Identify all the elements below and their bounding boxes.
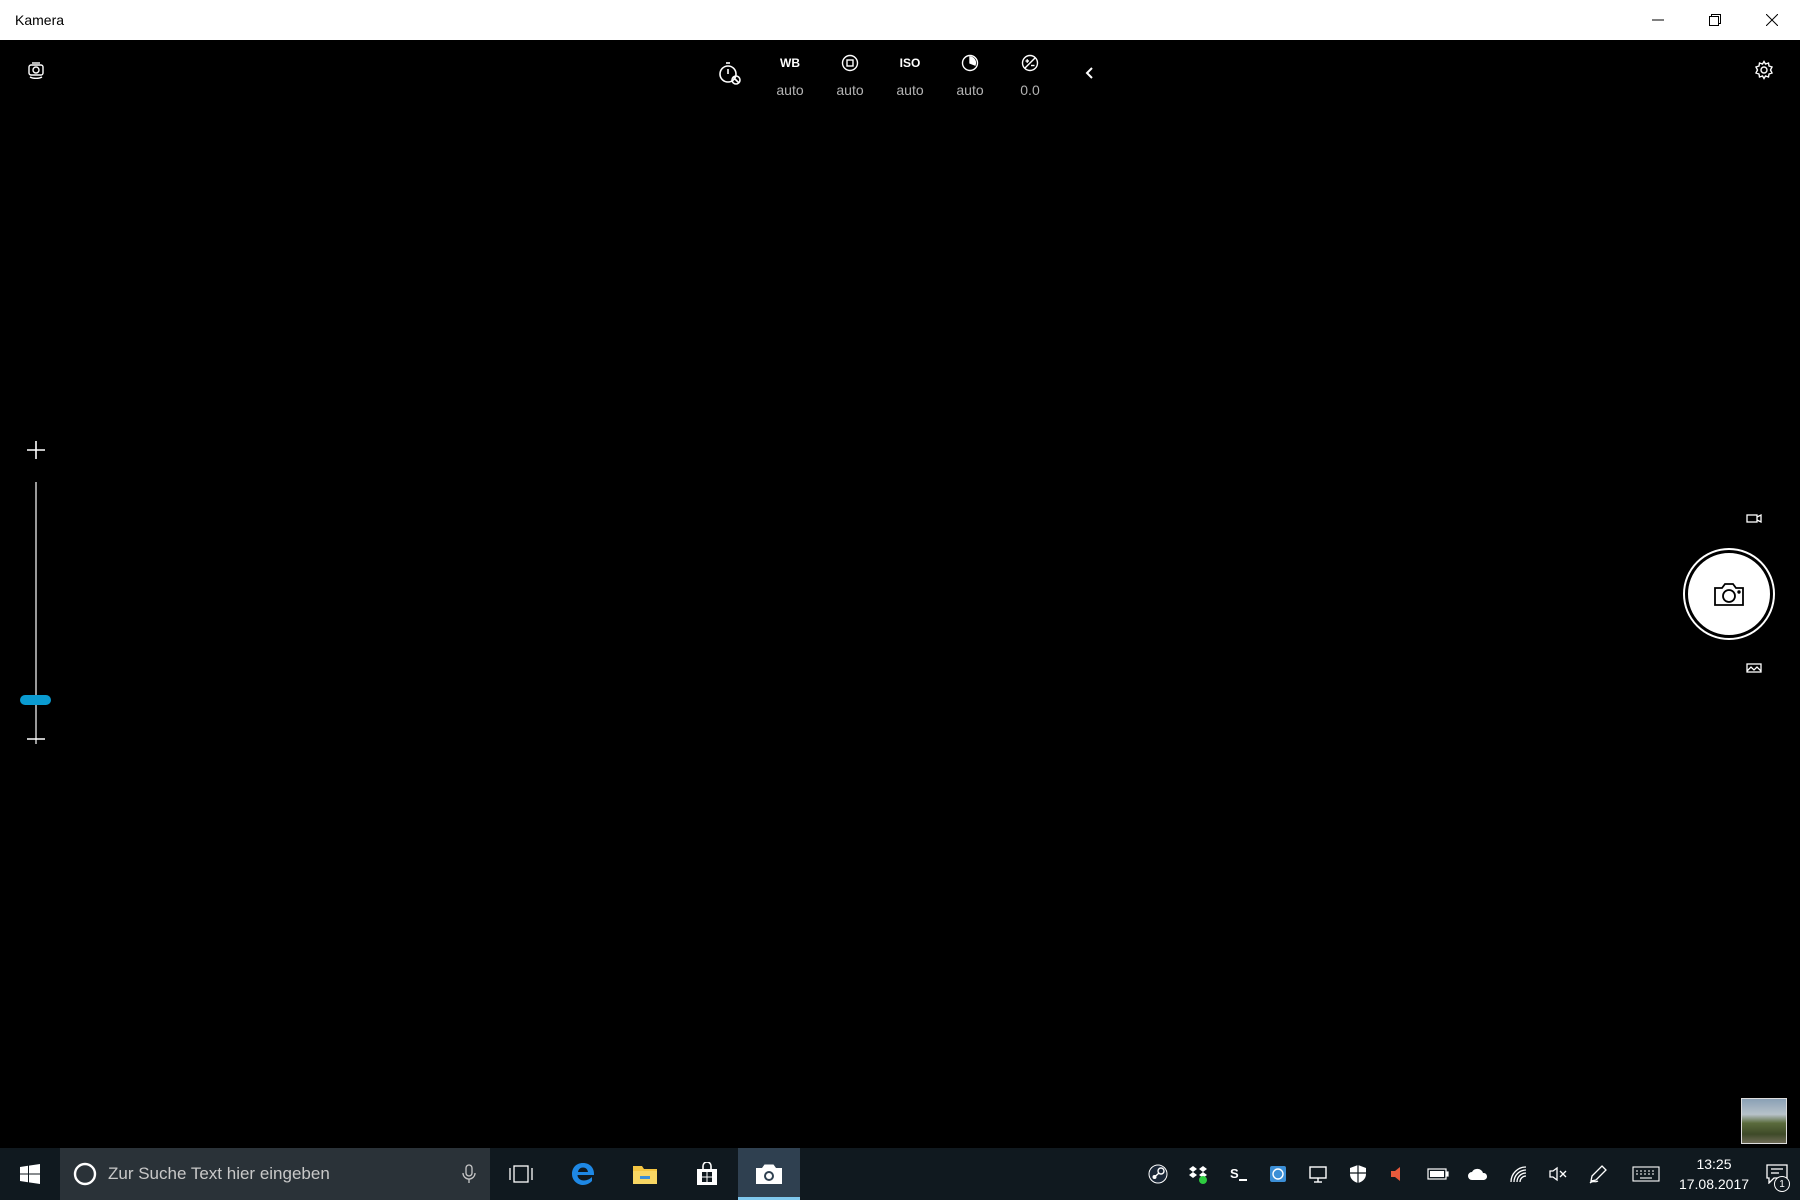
clock-date: 17.08.2017 (1678, 1176, 1750, 1192)
video-mode-button[interactable] (1738, 502, 1770, 534)
switch-camera-button[interactable] (20, 54, 52, 86)
tray-battery[interactable] (1418, 1148, 1458, 1200)
system-tray: S 13:25 17.08.2017 1 (1138, 1148, 1800, 1200)
tray-skype[interactable]: S (1218, 1148, 1258, 1200)
tray-touch-keyboard[interactable] (1618, 1148, 1674, 1200)
tray-steam[interactable] (1138, 1148, 1178, 1200)
panorama-icon (1746, 663, 1762, 673)
display-icon (1309, 1166, 1327, 1183)
action-center-button[interactable]: 1 (1754, 1148, 1800, 1200)
shutter-speed-value: auto (956, 82, 984, 98)
pro-controls-bar: WB auto auto ISO auto auto 0.0 (700, 48, 1120, 108)
close-button[interactable] (1743, 0, 1800, 40)
collapse-controls-button[interactable] (1060, 48, 1120, 108)
speaker-icon (1391, 1167, 1400, 1181)
exposure-value: 0.0 (1020, 82, 1040, 98)
plus-icon (27, 441, 45, 459)
minimize-button[interactable] (1629, 0, 1686, 40)
steam-icon (1148, 1164, 1168, 1184)
tray-wifi[interactable] (1498, 1148, 1538, 1200)
camera-viewfinder: WB auto auto ISO auto auto 0.0 (0, 40, 1800, 1148)
timer-off-icon (719, 62, 741, 85)
restore-icon (1708, 14, 1721, 26)
zoom-slider-thumb[interactable] (20, 695, 51, 705)
zoom-out-button[interactable] (20, 723, 52, 755)
tray-display[interactable] (1298, 1148, 1338, 1200)
camera-icon (756, 1164, 782, 1184)
control-white-balance[interactable]: WB auto (760, 48, 820, 108)
exposure-icon (1021, 54, 1039, 72)
search-box[interactable]: Zur Suche Text hier eingeben (60, 1148, 490, 1200)
title-bar: Kamera (0, 0, 1800, 40)
focus-icon (841, 54, 859, 72)
shield-icon (1350, 1165, 1366, 1183)
switch-camera-icon (28, 62, 44, 80)
settings-button[interactable] (1748, 54, 1780, 86)
control-iso[interactable]: ISO auto (880, 48, 940, 108)
take-photo-button[interactable] (1685, 550, 1773, 638)
microphone-icon[interactable] (462, 1164, 476, 1184)
svg-text:S: S (1230, 1166, 1239, 1181)
last-photo-thumbnail[interactable] (1741, 1098, 1787, 1144)
window-title: Kamera (15, 12, 65, 28)
task-view-button[interactable] (490, 1148, 552, 1200)
folder-icon (633, 1166, 657, 1184)
tray-onedrive[interactable] (1458, 1148, 1498, 1200)
start-button[interactable] (0, 1148, 60, 1200)
battery-icon (1427, 1168, 1449, 1180)
notification-count-badge: 1 (1774, 1176, 1790, 1192)
store-icon (697, 1162, 717, 1185)
control-timer[interactable] (700, 48, 760, 108)
edge-icon (572, 1163, 595, 1185)
shutter-speed-icon (961, 54, 979, 72)
control-exposure[interactable]: 0.0 (1000, 48, 1060, 108)
taskbar-app-camera[interactable] (738, 1148, 800, 1200)
network-app-icon (1270, 1166, 1286, 1182)
volume-muted-icon (1549, 1166, 1567, 1182)
clock-time: 13:25 (1696, 1156, 1732, 1172)
gear-icon (1755, 60, 1773, 80)
taskbar-app-file-explorer[interactable] (614, 1148, 676, 1200)
tray-dropbox[interactable] (1178, 1148, 1218, 1200)
camera-icon (1714, 583, 1744, 606)
pen-icon (1589, 1165, 1607, 1184)
windows-logo-icon (20, 1164, 40, 1184)
taskbar: Zur Suche Text hier eingeben S 13:25 17.… (0, 1148, 1800, 1200)
video-camera-icon (1746, 513, 1762, 524)
focus-value: auto (836, 82, 864, 98)
cortana-icon (73, 1162, 97, 1186)
control-focus[interactable]: auto (820, 48, 880, 108)
close-icon (1765, 14, 1778, 26)
tray-pen[interactable] (1578, 1148, 1618, 1200)
tray-volume-muted[interactable] (1538, 1148, 1578, 1200)
tray-network-app[interactable] (1258, 1148, 1298, 1200)
wb-value: auto (776, 82, 804, 98)
zoom-in-button[interactable] (20, 434, 52, 466)
wb-label: WB (780, 56, 800, 70)
minimize-icon (1651, 19, 1664, 21)
minus-icon (27, 738, 45, 740)
keyboard-icon (1632, 1166, 1660, 1182)
iso-label: ISO (899, 56, 921, 70)
clock[interactable]: 13:25 17.08.2017 (1674, 1148, 1754, 1200)
cloud-icon (1468, 1168, 1488, 1180)
control-shutter-speed[interactable]: auto (940, 48, 1000, 108)
dropbox-icon (1189, 1166, 1207, 1184)
taskbar-app-edge[interactable] (552, 1148, 614, 1200)
search-placeholder: Zur Suche Text hier eingeben (108, 1164, 330, 1183)
iso-value: auto (896, 82, 924, 98)
wifi-icon (1510, 1166, 1527, 1183)
tray-security[interactable] (1338, 1148, 1378, 1200)
taskbar-app-store[interactable] (676, 1148, 738, 1200)
panorama-mode-button[interactable] (1738, 652, 1770, 684)
restore-button[interactable] (1686, 0, 1743, 40)
tray-speaker-warning[interactable] (1378, 1148, 1418, 1200)
chevron-left-icon (1085, 67, 1093, 79)
task-view-icon (509, 1165, 533, 1183)
skype-icon: S (1230, 1166, 1247, 1181)
window-controls (1629, 0, 1800, 40)
